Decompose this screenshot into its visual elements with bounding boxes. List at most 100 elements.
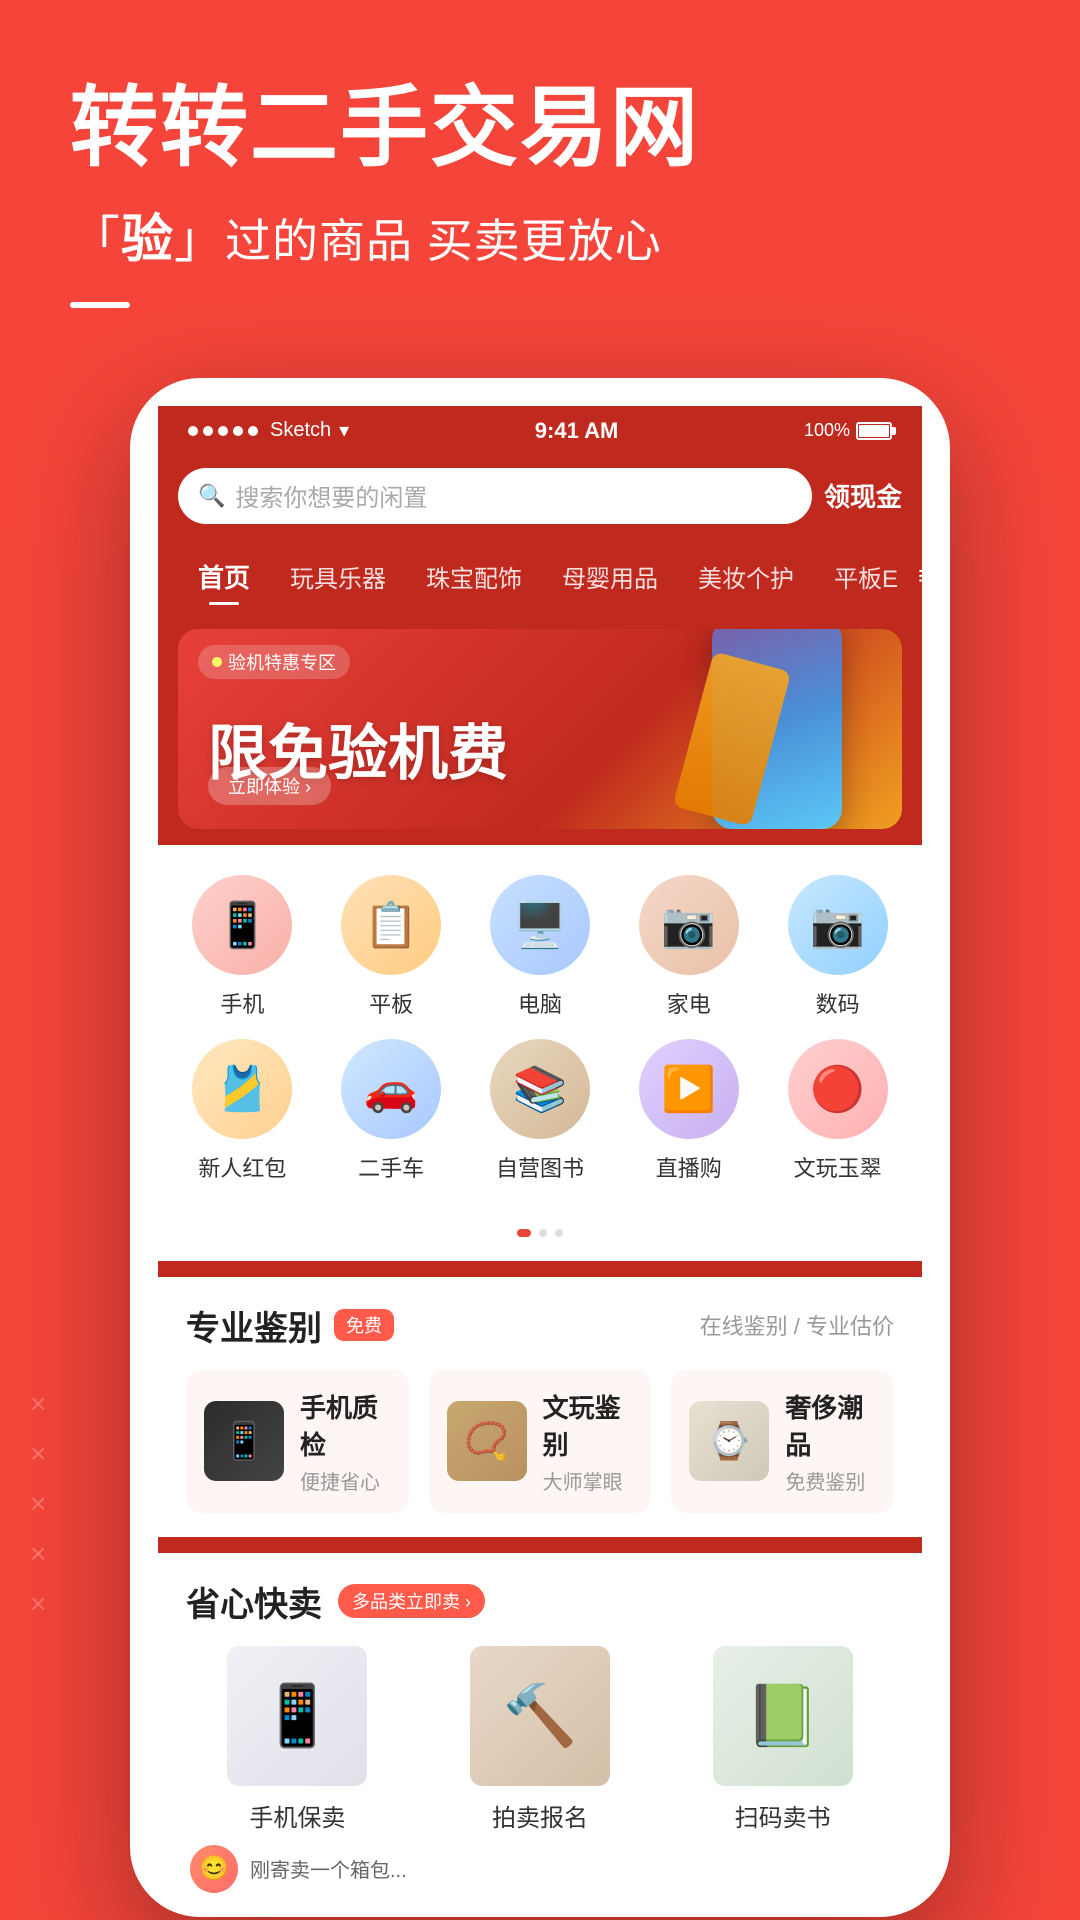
category-label-tablet: 平板 [369,987,413,1019]
app-subtitle: 「验」过的商品 买卖更放心 [70,197,1010,272]
quicksell-label-phone: 手机保卖 [249,1798,345,1833]
quicksell-badge[interactable]: 多品类立即卖 › [338,1584,485,1618]
dots-indicator [158,1213,922,1261]
signal-dot-3 [218,426,228,436]
category-item-live[interactable]: ▶️ 直播购 [624,1039,754,1183]
search-icon: 🔍 [198,483,225,509]
category-item-computer[interactable]: 🖥️ 电脑 [475,875,605,1019]
category-label-appliance: 家电 [667,987,711,1019]
banner[interactable]: 验机特惠专区 限免验机费 立即体验 › [178,629,902,829]
signal-dot-5 [248,426,258,436]
status-bar: Sketch ▾ 9:41 AM 100% [158,406,922,452]
professional-title: 专业鉴别 [186,1301,322,1350]
quicksell-section: 省心快卖 多品类立即卖 › 📱 手机保卖 🔨 拍卖报名 📗 [158,1553,922,1917]
category-item-phone[interactable]: 📱 手机 [177,875,307,1019]
app-content: 🔍 搜索你想要的闲置 领现金 首页 玩具乐器 珠宝配饰 母婴用品 美妆个护 平板… [158,452,922,1917]
category-grid: 📱 手机 📋 平板 🖥️ 电脑 📷 家电 [158,845,922,1213]
jianding-item-watch[interactable]: ⌚ 奢侈潮品 免费鉴别 [671,1370,894,1513]
category-row-2: 🎽 新人红包 🚗 二手车 📚 自营图书 ▶️ 直播购 [168,1039,912,1183]
status-time: 9:41 AM [535,418,619,444]
category-icon-computer: 🖥️ [490,875,590,975]
professional-subtitle: 在线鉴别 / 专业估价 [700,1309,894,1341]
category-row-1: 📱 手机 📋 平板 🖥️ 电脑 📷 家电 [168,875,912,1019]
jianding-info-beads: 文玩鉴别 大师掌眼 [543,1388,634,1495]
category-item-art[interactable]: 🔴 文玩玉翠 [773,1039,903,1183]
nav-more-button[interactable]: ≡ [918,560,922,592]
jianding-icon-beads: 📿 [447,1401,527,1481]
category-item-redpacket[interactable]: 🎽 新人红包 [177,1039,307,1183]
status-left: Sketch ▾ [188,418,349,443]
nav-tab-baby[interactable]: 母婴用品 [542,553,678,600]
quicksell-label-auction: 拍卖报名 [492,1798,588,1833]
category-icon-appliance: 📷 [639,875,739,975]
category-label-book: 自营图书 [496,1151,584,1183]
quicksell-item-auction[interactable]: 🔨 拍卖报名 [429,1646,652,1833]
category-icon-phone: 📱 [192,875,292,975]
signal-dots [188,426,258,436]
user-text: 刚寄卖一个箱包... [250,1854,407,1883]
category-icon-tablet: 📋 [341,875,441,975]
banner-badge-text: 验机特惠专区 [228,649,336,675]
battery-icon [856,422,892,440]
quicksell-item-book[interactable]: 📗 扫码卖书 [671,1646,894,1833]
action-button[interactable]: 领现金 [824,477,902,514]
jianding-item-beads[interactable]: 📿 文玩鉴别 大师掌眼 [429,1370,652,1513]
category-label-digital: 数码 [816,987,860,1019]
wifi-icon: ▾ [339,418,349,443]
header-dash [70,302,130,308]
nav-tab-home[interactable]: 首页 [178,552,270,601]
jianding-name-beads: 文玩鉴别 [543,1388,634,1462]
category-label-redpacket: 新人红包 [198,1151,286,1183]
category-item-appliance[interactable]: 📷 家电 [624,875,754,1019]
dot-inactive-2 [555,1229,563,1237]
category-item-tablet[interactable]: 📋 平板 [326,875,456,1019]
battery-fill [859,425,889,437]
jianding-item-phone[interactable]: 📱 手机质检 便捷省心 [186,1370,409,1513]
category-label-live: 直播购 [656,1151,722,1183]
jianding-info-phone: 手机质检 便捷省心 [300,1388,391,1495]
category-label-art: 文玩玉翠 [794,1151,882,1183]
category-icon-live: ▶️ [639,1039,739,1139]
quicksell-items: 📱 手机保卖 🔨 拍卖报名 📗 扫码卖书 [186,1646,894,1833]
nav-tab-beauty[interactable]: 美妆个护 [678,553,814,600]
jianding-desc-beads: 大师掌眼 [543,1466,634,1495]
jianding-name-phone: 手机质检 [300,1388,391,1462]
category-label-car: 二手车 [358,1151,424,1183]
nav-tab-tablet[interactable]: 平板E [814,553,918,600]
jianding-items: 📱 手机质检 便捷省心 📿 文玩鉴别 大师掌眼 [186,1370,894,1513]
professional-badge: 免费 [334,1309,394,1341]
quicksell-item-phone[interactable]: 📱 手机保卖 [186,1646,409,1833]
category-item-digital[interactable]: 📷 数码 [773,875,903,1019]
quicksell-title: 省心快卖 [186,1577,322,1626]
nav-tab-jewelry[interactable]: 珠宝配饰 [406,553,542,600]
signal-dot-2 [203,426,213,436]
jianding-desc-watch: 免费鉴别 [785,1466,876,1495]
jianding-icon-phone: 📱 [204,1401,284,1481]
nav-tabs: 首页 玩具乐器 珠宝配饰 母婴用品 美妆个护 平板E ≡ [158,540,922,613]
category-icon-digital: 📷 [788,875,888,975]
search-input-box[interactable]: 🔍 搜索你想要的闲置 [178,468,812,524]
category-item-book[interactable]: 📚 自营图书 [475,1039,605,1183]
category-icon-art: 🔴 [788,1039,888,1139]
banner-btn[interactable]: 立即体验 › [208,767,331,805]
phone-mockup: Sketch ▾ 9:41 AM 100% 🔍 搜索你想要的闲置 领现金 [130,378,950,1917]
jianding-name-watch: 奢侈潮品 [785,1388,876,1462]
status-right: 100% [804,420,892,441]
category-label-phone: 手机 [220,987,264,1019]
signal-dot-4 [233,426,243,436]
app-title: 转转二手交易网 [70,80,1010,177]
dot-active [517,1229,531,1237]
nav-tab-toys[interactable]: 玩具乐器 [270,553,406,600]
quicksell-img-phone: 📱 [227,1646,367,1786]
quicksell-img-book: 📗 [713,1646,853,1786]
user-avatar: 😊 [190,1845,238,1893]
search-placeholder: 搜索你想要的闲置 [235,478,427,513]
jianding-icon-watch: ⌚ [689,1401,769,1481]
banner-badge: 验机特惠专区 [198,645,350,679]
professional-header: 专业鉴别 免费 在线鉴别 / 专业估价 [186,1301,894,1350]
category-item-car[interactable]: 🚗 二手车 [326,1039,456,1183]
quicksell-header: 省心快卖 多品类立即卖 › [186,1577,894,1626]
professional-section: 专业鉴别 免费 在线鉴别 / 专业估价 📱 手机质检 便捷省心 📿 [158,1277,922,1537]
dot-inactive-1 [539,1229,547,1237]
network-label: Sketch [270,419,331,442]
